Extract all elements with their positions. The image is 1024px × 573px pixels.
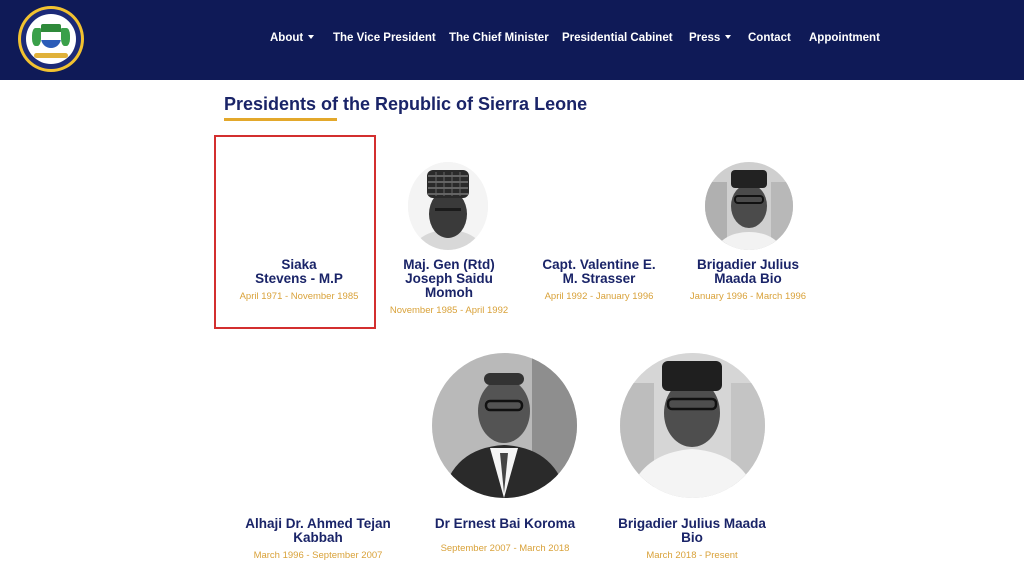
president-term: April 1971 - November 1985	[239, 291, 359, 302]
president-name: Alhaji Dr. Ahmed Tejan Kabbah	[245, 516, 391, 545]
president-card[interactable]: Brigadier Julius Maada Bio January 1996 …	[673, 257, 823, 303]
page-title: Presidents of the Republic of Sierra Leo…	[224, 94, 588, 114]
nav-presidential-cabinet[interactable]: Presidential Cabinet	[562, 32, 673, 44]
president-card[interactable]: Alhaji Dr. Ahmed Tejan Kabbah March 1996…	[228, 516, 408, 562]
title-underline	[224, 118, 337, 121]
president-name: Siaka Stevens - M.P	[255, 257, 343, 286]
president-name: Dr Ernest Bai Koroma	[434, 516, 576, 531]
nav-press-label: Press	[689, 32, 721, 44]
president-card[interactable]: Dr Ernest Bai Koroma September 2007 - Ma…	[415, 516, 595, 555]
president-term: March 1996 - September 2007	[253, 550, 383, 561]
chevron-down-icon	[725, 35, 732, 39]
main-nav: About The Vice President The Chief Minis…	[0, 0, 1024, 80]
nav-appointment[interactable]: Appointment	[809, 32, 880, 44]
nav-appointment-label: Appointment	[809, 32, 880, 44]
nav-contact[interactable]: Contact	[748, 32, 791, 44]
site-header: About The Vice President The Chief Minis…	[0, 0, 1024, 80]
nav-presidential-cabinet-label: Presidential Cabinet	[562, 32, 673, 44]
portrait-bio-1996[interactable]	[705, 162, 793, 250]
nav-vice-president[interactable]: The Vice President	[333, 32, 436, 44]
nav-chief-minister-label: The Chief Minister	[449, 32, 549, 44]
president-name: Brigadier Julius Maada Bio	[696, 257, 800, 286]
president-term: November 1985 - April 1992	[389, 305, 509, 316]
president-card[interactable]: Brigadier Julius Maada Bio March 2018 - …	[602, 516, 782, 562]
nav-contact-label: Contact	[748, 32, 791, 44]
president-card[interactable]: Siaka Stevens - M.P April 1971 - Novembe…	[224, 257, 374, 303]
president-name: Maj. Gen (Rtd) Joseph Saidu Momoh	[403, 257, 495, 300]
nav-chief-minister[interactable]: The Chief Minister	[449, 32, 549, 44]
president-term: April 1992 - January 1996	[544, 291, 654, 302]
chevron-down-icon	[308, 35, 315, 39]
portrait-koroma[interactable]	[432, 353, 577, 498]
nav-about-label: About	[270, 32, 304, 44]
portrait-bio-2018[interactable]	[620, 353, 765, 498]
president-name: Capt. Valentine E. M. Strasser	[542, 257, 656, 286]
portrait-momoh[interactable]	[408, 162, 488, 250]
president-term: September 2007 - March 2018	[440, 543, 570, 554]
nav-vice-president-label: The Vice President	[333, 32, 436, 44]
president-term: March 2018 - Present	[646, 550, 738, 561]
president-term: January 1996 - March 1996	[689, 291, 807, 302]
nav-press[interactable]: Press	[689, 32, 732, 44]
president-card[interactable]: Maj. Gen (Rtd) Joseph Saidu Momoh Novemb…	[374, 257, 524, 317]
nav-about[interactable]: About	[270, 32, 315, 44]
president-card[interactable]: Capt. Valentine E. M. Strasser April 199…	[524, 257, 674, 303]
president-name: Brigadier Julius Maada Bio	[618, 516, 766, 545]
